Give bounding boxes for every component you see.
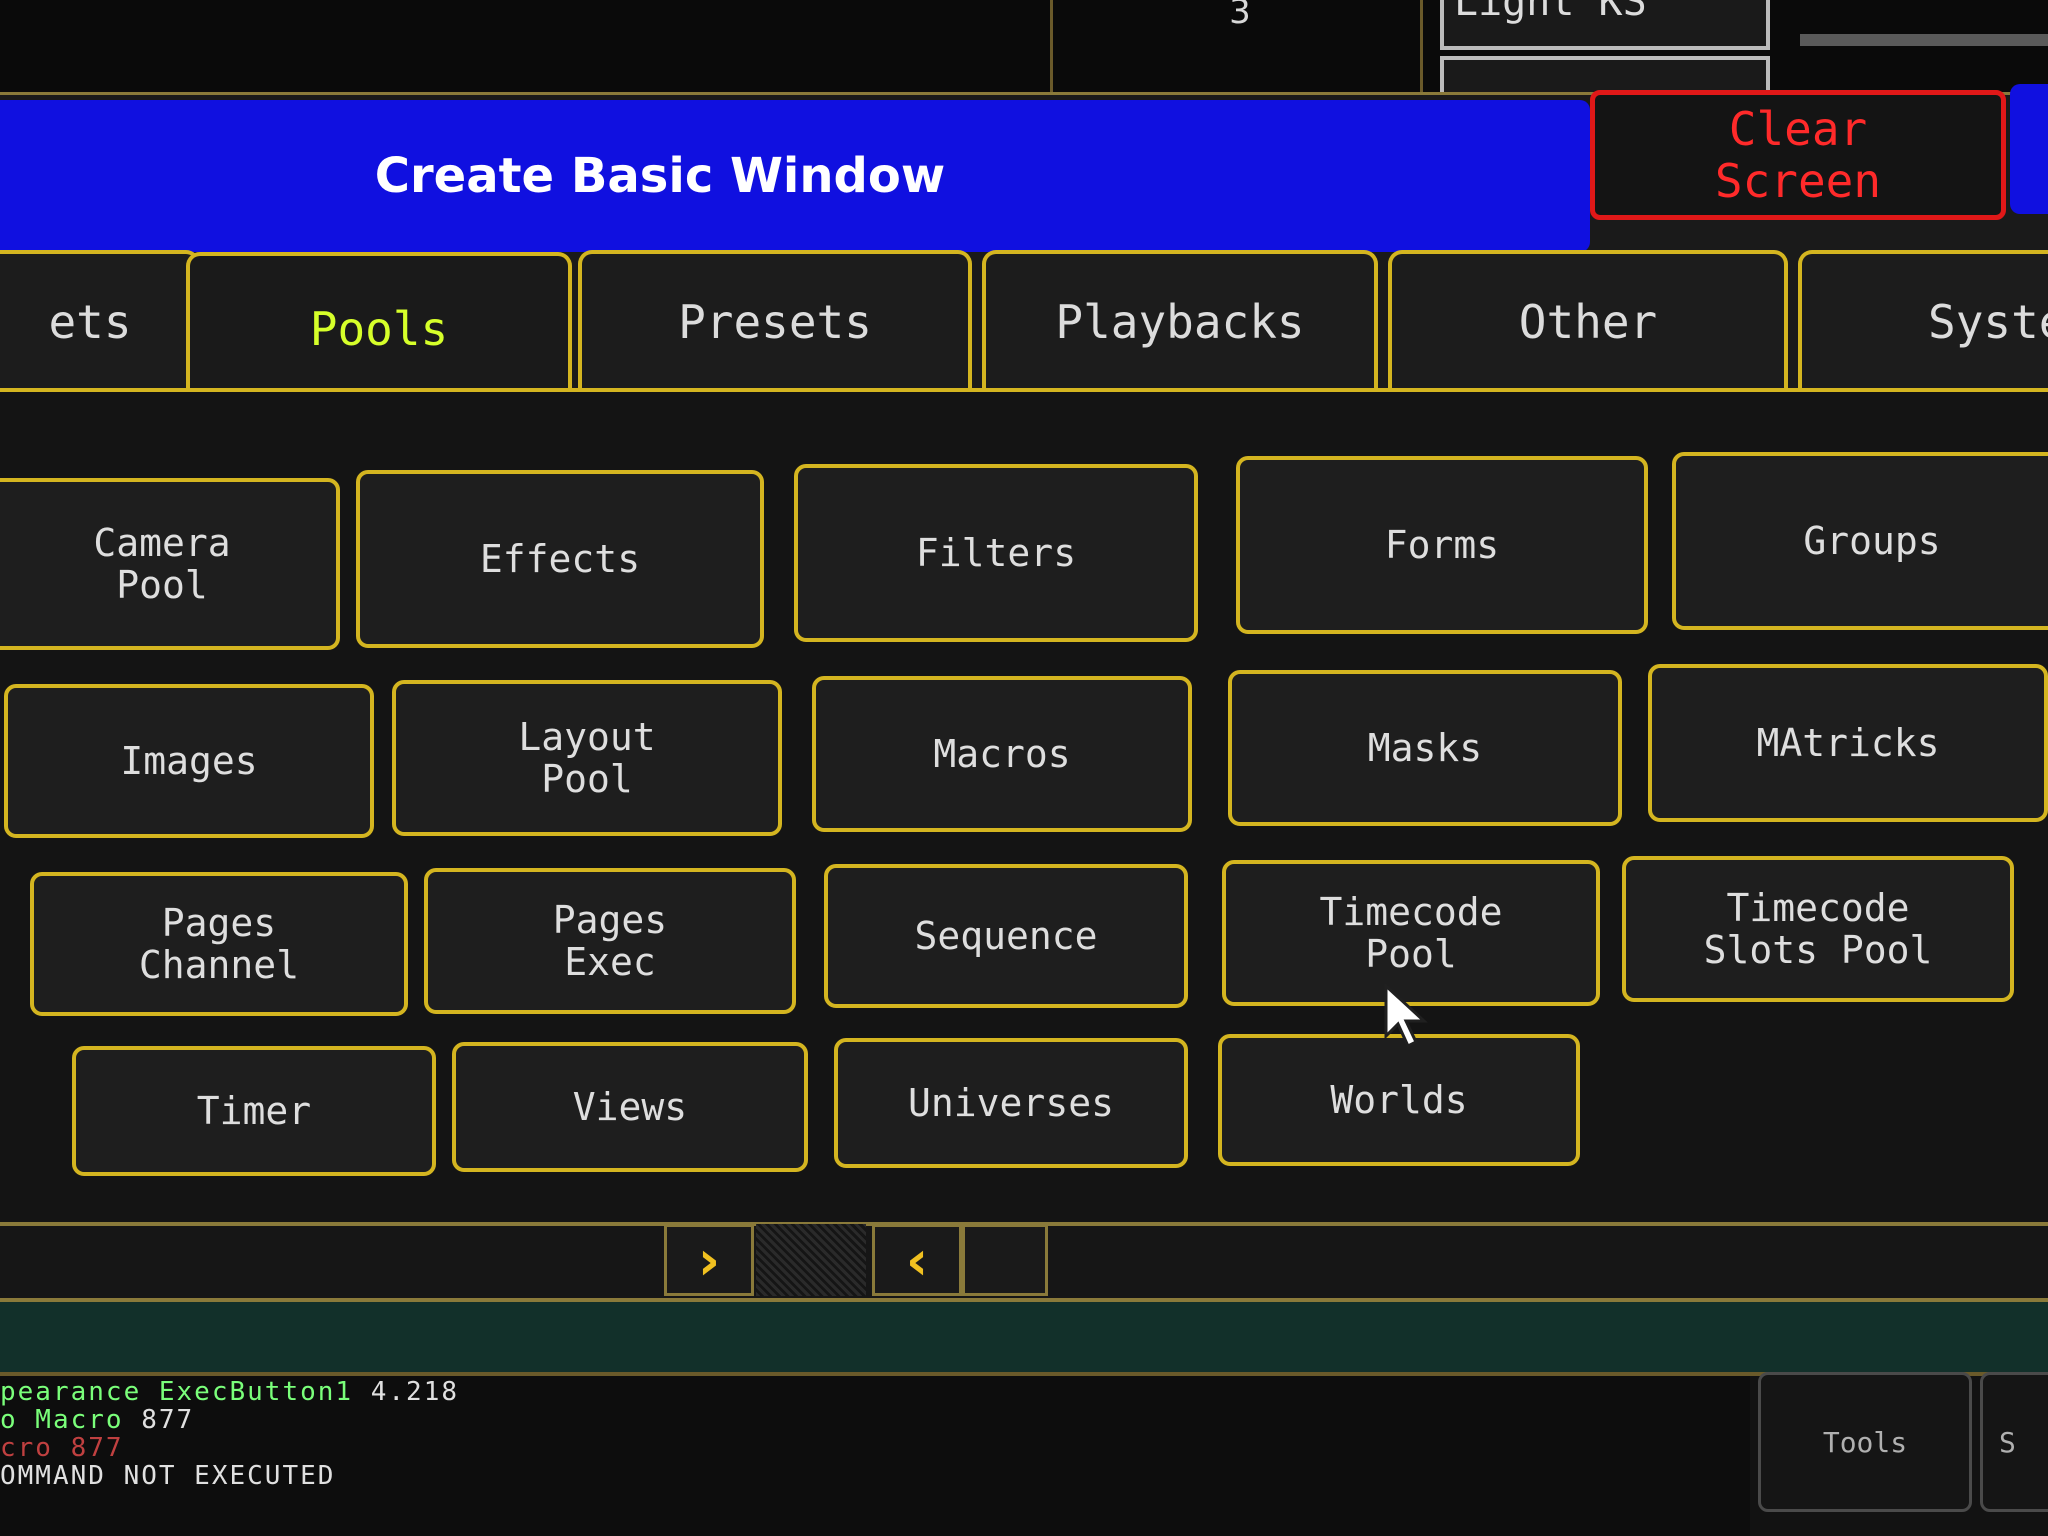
pool-matricks-button[interactable]: MAtricks: [1648, 664, 2048, 822]
pool-effects-button[interactable]: Effects: [356, 470, 764, 648]
tab-system[interactable]: Syste: [1798, 250, 2048, 390]
pool-masks-button[interactable]: Masks: [1228, 670, 1622, 826]
screen: 3 Light KS Create Basic Window Clear Scr…: [0, 0, 2048, 1536]
pool-timecode-slots-pool-button[interactable]: Timecode Slots Pool: [1622, 856, 2014, 1002]
side-button[interactable]: S: [1980, 1372, 2048, 1512]
chevron-left-icon: ‹: [905, 1228, 929, 1292]
pool-filters-button[interactable]: Filters: [794, 464, 1198, 642]
history-line: OMMAND NOT EXECUTED: [0, 1461, 336, 1491]
pool-images-button[interactable]: Images: [4, 684, 374, 838]
separator: [1050, 0, 1053, 100]
command-line-history: pearance ExecButton1 4.218 o Macro 877 c…: [0, 1376, 1750, 1536]
history-line: o Macro 877: [0, 1405, 195, 1435]
chevron-right-icon: ›: [697, 1228, 721, 1292]
pool-views-button[interactable]: Views: [452, 1042, 808, 1172]
pool-layout-pool-button[interactable]: Layout Pool: [392, 680, 782, 836]
history-line: cro 877: [0, 1433, 124, 1463]
status-band: [0, 1302, 2048, 1376]
pool-worlds-button[interactable]: Worlds: [1218, 1034, 1580, 1166]
dialog-title: Create Basic Window: [374, 148, 946, 204]
clear-screen-button[interactable]: Clear Screen: [1590, 90, 2006, 220]
pool-sequence-button[interactable]: Sequence: [824, 864, 1188, 1008]
tab-sets[interactable]: ets: [0, 250, 200, 390]
separator: [1420, 0, 1423, 100]
pool-groups-button[interactable]: Groups: [1672, 452, 2048, 630]
scroll-track[interactable]: [756, 1224, 866, 1296]
cell-label[interactable]: Light KS: [1440, 0, 1770, 50]
tools-button[interactable]: Tools: [1758, 1372, 1972, 1512]
mouse-cursor-icon: [1384, 984, 1428, 1049]
next-page-button[interactable]: ›: [664, 1224, 754, 1296]
pool-pages-channel-button[interactable]: Pages Channel: [30, 872, 408, 1016]
tab-playbacks[interactable]: Playbacks: [982, 250, 1378, 390]
history-line: pearance ExecButton1 4.218: [0, 1377, 459, 1407]
close-area[interactable]: [2010, 84, 2048, 214]
pool-camera-pool-button[interactable]: Camera Pool: [0, 478, 340, 650]
tab-other[interactable]: Other: [1388, 250, 1788, 390]
cell-number: 3: [1229, 0, 1251, 32]
pool-universes-button[interactable]: Universes: [834, 1038, 1188, 1168]
tab-presets[interactable]: Presets: [578, 250, 972, 390]
pool-macros-button[interactable]: Macros: [812, 676, 1192, 832]
previous-page-button[interactable]: ‹: [872, 1224, 962, 1296]
pool-pages-exec-button[interactable]: Pages Exec: [424, 868, 796, 1014]
background-window: 3 Light KS: [0, 0, 2048, 100]
tab-pools[interactable]: Pools: [186, 252, 572, 402]
pool-forms-button[interactable]: Forms: [1236, 456, 1648, 634]
nav-empty-button[interactable]: [962, 1224, 1048, 1296]
pool-timer-button[interactable]: Timer: [72, 1046, 436, 1176]
fader-bar: [1800, 34, 2048, 46]
